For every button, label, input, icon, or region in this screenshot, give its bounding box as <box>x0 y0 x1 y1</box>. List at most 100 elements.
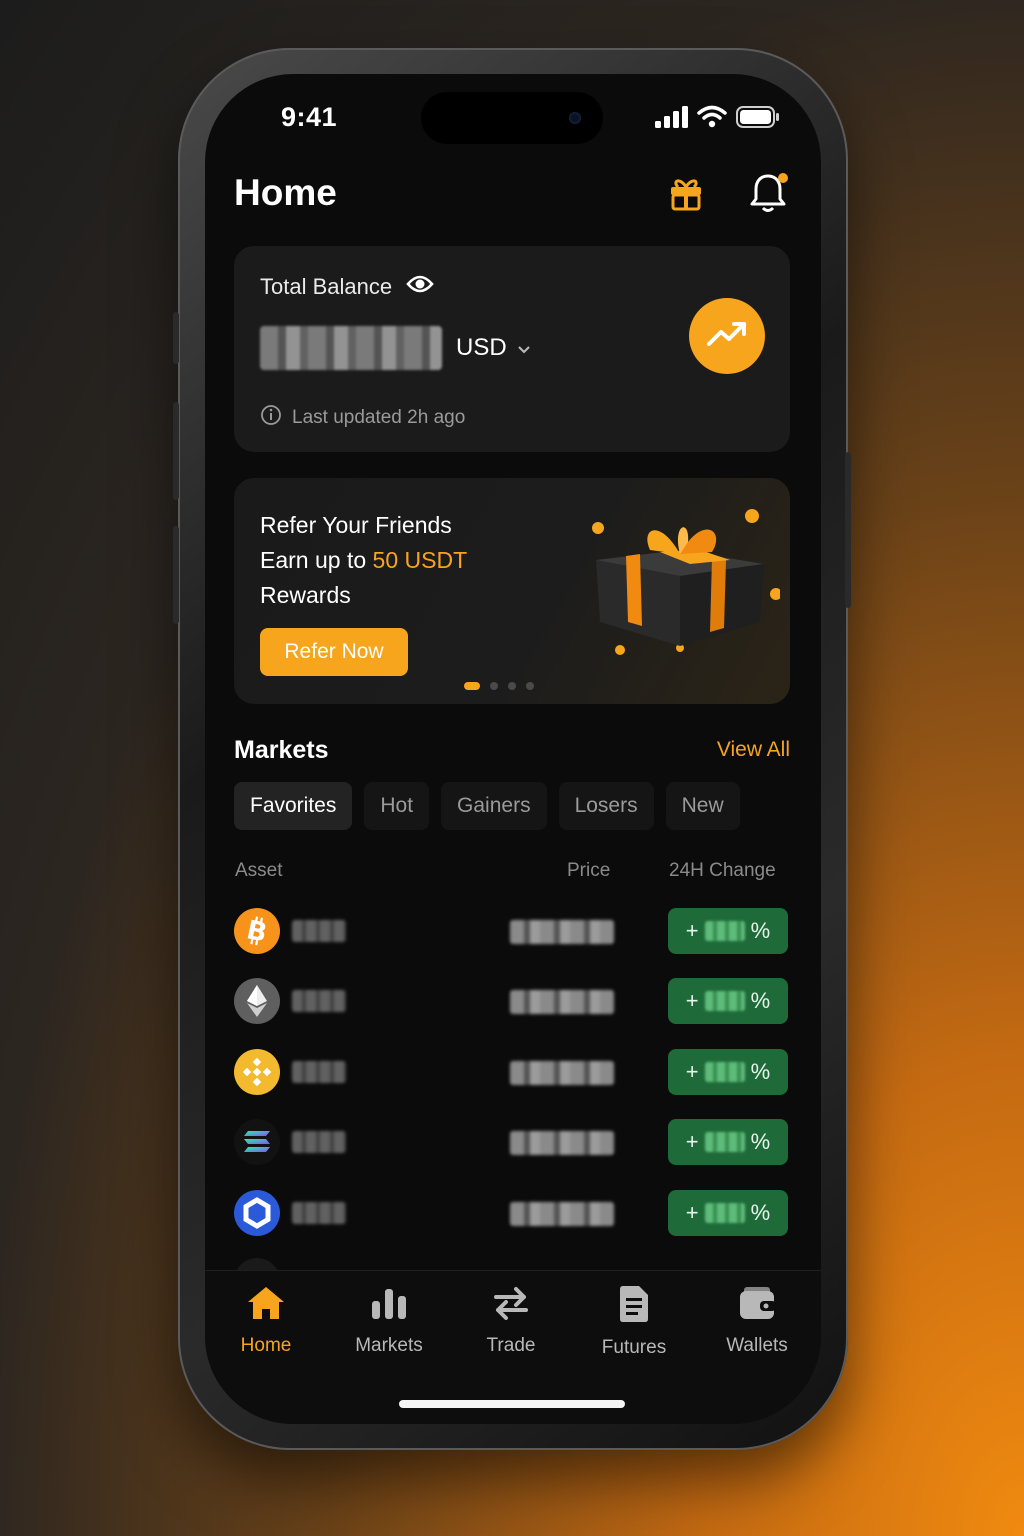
currency-label: USD <box>456 334 507 361</box>
promo-reward-amount: 50 USDT <box>372 547 468 573</box>
app-screen: 9:41 Home Total Balance USD Last updated… <box>205 74 821 1424</box>
carousel-dot[interactable] <box>490 682 498 690</box>
change-badge: +% <box>668 978 788 1024</box>
change-sign: + <box>685 988 699 1013</box>
change-badge: +% <box>668 1049 788 1095</box>
volume-up-button <box>173 402 179 500</box>
change-value-masked <box>704 1062 745 1082</box>
trend-up-button[interactable] <box>689 298 765 374</box>
market-row[interactable]: +% <box>234 1190 790 1236</box>
price-masked <box>510 990 614 1014</box>
market-row[interactable]: +% <box>234 1119 790 1165</box>
carousel-dot[interactable] <box>464 682 480 690</box>
change-badge: +% <box>668 1190 788 1236</box>
asset-symbol-masked <box>292 1202 346 1224</box>
info-icon <box>260 404 282 432</box>
eye-icon[interactable] <box>406 274 434 300</box>
referral-banner[interactable]: Refer Your Friends Earn up to 50 USDT Re… <box>234 478 790 704</box>
carousel-dot[interactable] <box>526 682 534 690</box>
power-button <box>845 452 851 608</box>
currency-selector[interactable]: USD <box>456 334 531 362</box>
market-row[interactable]: +% <box>234 1049 790 1095</box>
dynamic-island <box>421 92 603 144</box>
nav-label: Trade <box>486 1335 536 1356</box>
nav-label: Wallets <box>726 1335 788 1356</box>
last-updated-text: Last updated 2h ago <box>292 407 466 428</box>
column-24h-change: 24H Change <box>669 860 776 881</box>
markets-title: Markets <box>234 736 329 764</box>
asset-symbol-masked <box>292 990 346 1012</box>
change-value-masked <box>704 991 745 1011</box>
wallet-icon <box>738 1285 776 1327</box>
refer-now-button[interactable]: Refer Now <box>260 628 408 676</box>
bar-chart-icon <box>370 1285 408 1327</box>
price-masked <box>510 1131 614 1155</box>
change-percent-sign: % <box>750 1059 771 1084</box>
change-sign: + <box>685 1059 699 1084</box>
ethereum-icon <box>234 978 280 1024</box>
trending-up-icon <box>706 320 748 353</box>
home-icon <box>246 1285 286 1327</box>
nav-label: Home <box>240 1335 292 1356</box>
page-title: Home <box>234 172 337 213</box>
tab-new[interactable]: New <box>665 782 740 830</box>
battery-icon <box>736 106 780 133</box>
carousel-dots[interactable] <box>464 682 534 690</box>
promo-subtitle: Earn up to 50 USDT <box>260 543 467 578</box>
change-badge: +% <box>668 908 788 954</box>
wifi-icon <box>697 105 727 134</box>
tab-favorites[interactable]: Favorites <box>234 782 353 830</box>
change-percent-sign: % <box>750 1129 771 1154</box>
promo-subtitle-2: Rewards <box>260 582 351 608</box>
change-value-masked <box>704 1132 745 1152</box>
mute-switch <box>173 312 179 364</box>
asset-symbol-masked <box>292 920 346 942</box>
promo-text: Refer Your Friends Earn up to 50 USDT Re… <box>260 508 467 613</box>
tab-losers[interactable]: Losers <box>558 782 654 830</box>
chevron-down-icon <box>517 334 531 362</box>
market-row[interactable]: +% <box>234 978 790 1024</box>
nav-label: Markets <box>355 1335 423 1356</box>
tab-gainers[interactable]: Gainers <box>441 782 547 830</box>
asset-symbol-masked <box>292 1131 346 1153</box>
price-masked <box>510 1202 614 1226</box>
change-value-masked <box>704 1203 745 1223</box>
change-sign: + <box>685 1129 699 1154</box>
nav-futures[interactable]: Futures <box>579 1285 689 1359</box>
change-sign: + <box>685 918 699 943</box>
change-percent-sign: % <box>750 918 771 943</box>
market-tabs: Favorites Hot Gainers Losers New <box>234 782 740 830</box>
carousel-dot[interactable] <box>508 682 516 690</box>
total-balance-label: Total Balance <box>260 274 393 299</box>
bitcoin-icon: B <box>234 908 280 954</box>
swap-icon <box>492 1285 530 1327</box>
asset-symbol-masked <box>292 1061 346 1083</box>
market-row[interactable]: B +% <box>234 908 790 954</box>
price-masked <box>510 920 614 944</box>
change-sign: + <box>685 1200 699 1225</box>
change-value-masked <box>704 921 745 941</box>
volume-down-button <box>173 526 179 624</box>
gift-box-illustration <box>580 498 782 673</box>
home-indicator <box>399 1400 625 1408</box>
notification-bell-icon[interactable] <box>743 168 793 218</box>
change-badge: +% <box>668 1119 788 1165</box>
promo-title: Refer Your Friends <box>260 512 452 538</box>
front-camera <box>569 112 581 124</box>
change-percent-sign: % <box>750 988 771 1013</box>
total-balance-header: Total Balance <box>260 274 434 300</box>
chainlink-icon <box>234 1190 280 1236</box>
signal-icon <box>655 106 689 133</box>
view-all-link[interactable]: View All <box>717 738 790 762</box>
nav-wallets[interactable]: Wallets <box>702 1285 812 1357</box>
nav-home[interactable]: Home <box>211 1285 321 1357</box>
tab-hot[interactable]: Hot <box>364 782 430 830</box>
gift-icon[interactable] <box>661 170 711 216</box>
document-icon <box>617 1285 651 1329</box>
balance-amount-masked <box>260 326 442 370</box>
column-asset: Asset <box>235 860 283 881</box>
bnb-icon <box>234 1049 280 1095</box>
nav-markets[interactable]: Markets <box>334 1285 444 1357</box>
nav-trade[interactable]: Trade <box>456 1285 566 1357</box>
status-time: 9:41 <box>281 102 338 132</box>
